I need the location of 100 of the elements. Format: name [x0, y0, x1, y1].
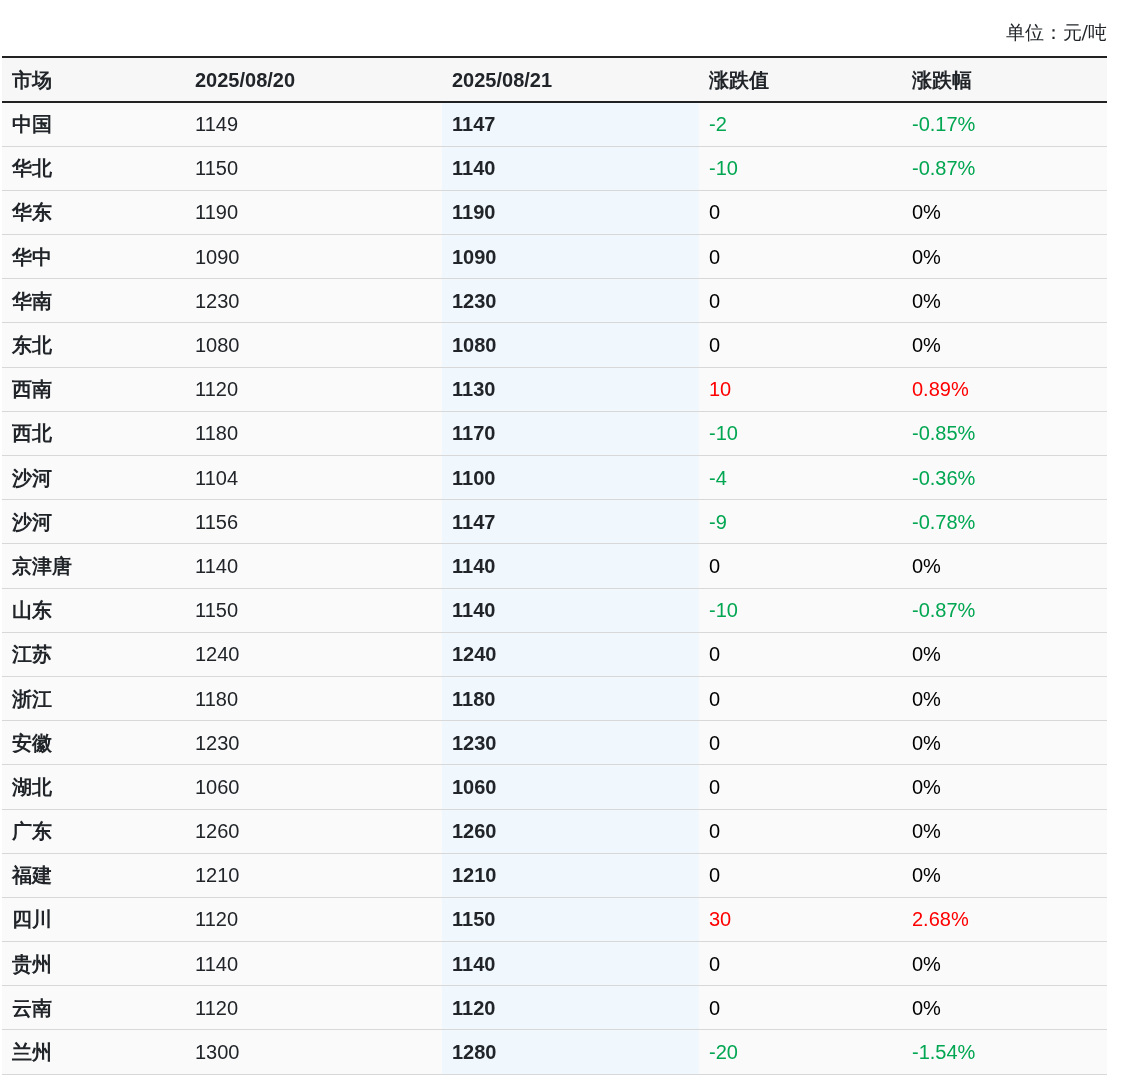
price-cell: 1180 [185, 676, 442, 721]
market-cell: 中国 [2, 102, 185, 147]
change-cell: 0 [699, 278, 902, 323]
change-percent-cell: 0% [902, 322, 1107, 368]
market-cell: 浙江 [2, 676, 185, 721]
change-percent-cell: 0% [902, 853, 1107, 898]
market-cell: 兰州 [2, 1029, 185, 1075]
price-cell: 1140 [442, 941, 699, 986]
change-percent-cell: 0% [902, 941, 1107, 986]
change-percent-cell: -0.17% [902, 102, 1107, 147]
price-cell: 1060 [185, 764, 442, 809]
market-cell: 江苏 [2, 632, 185, 677]
change-cell: 0 [699, 985, 902, 1030]
price-cell: 1140 [185, 941, 442, 986]
price-cell: 1104 [185, 455, 442, 500]
price-cell: 1260 [185, 809, 442, 854]
market-cell: 湖北 [2, 764, 185, 809]
price-cell: 1149 [185, 102, 442, 147]
price-cell: 1300 [185, 1029, 442, 1075]
change-cell: 0 [699, 322, 902, 368]
market-cell: 华南 [2, 278, 185, 323]
change-percent-cell: 0% [902, 543, 1107, 589]
change-percent-cell: -0.36% [902, 455, 1107, 500]
change-percent-cell: -0.87% [902, 588, 1107, 633]
price-cell: 1120 [442, 985, 699, 1030]
change-cell: 0 [699, 853, 902, 898]
price-cell: 1147 [442, 499, 699, 544]
price-cell: 1147 [442, 102, 699, 147]
price-cell: 1150 [185, 146, 442, 191]
price-cell: 1260 [442, 809, 699, 854]
change-percent-cell: 0% [902, 764, 1107, 809]
price-cell: 1230 [442, 720, 699, 765]
price-cell: 1180 [442, 676, 699, 721]
change-cell: 0 [699, 234, 902, 279]
change-cell: 0 [699, 543, 902, 589]
market-cell: 福建 [2, 853, 185, 898]
price-cell: 1140 [185, 543, 442, 589]
change-percent-cell: -1.54% [902, 1029, 1107, 1075]
price-cell: 1230 [185, 278, 442, 323]
price-cell: 1170 [442, 411, 699, 456]
market-cell: 沙河 [2, 499, 185, 544]
change-cell: 0 [699, 720, 902, 765]
market-cell: 京津唐 [2, 543, 185, 589]
price-cell: 1120 [185, 985, 442, 1030]
market-cell: 山东 [2, 588, 185, 633]
change-cell: 0 [699, 676, 902, 721]
price-cell: 1100 [442, 455, 699, 500]
change-cell: 0 [699, 764, 902, 809]
price-cell: 1210 [442, 853, 699, 898]
market-cell: 西南 [2, 367, 185, 412]
price-cell: 1130 [442, 367, 699, 412]
change-cell: 0 [699, 809, 902, 854]
market-cell: 沙河 [2, 455, 185, 500]
price-cell: 1230 [442, 278, 699, 323]
change-percent-cell: -0.85% [902, 411, 1107, 456]
price-cell: 1156 [185, 499, 442, 544]
change-percent-cell: 0% [902, 809, 1107, 854]
change-percent-cell: -0.78% [902, 499, 1107, 544]
change-cell: -2 [699, 102, 902, 147]
change-cell: 0 [699, 190, 902, 235]
price-cell: 1280 [442, 1029, 699, 1075]
change-cell: -9 [699, 499, 902, 544]
column-header: 涨跌值 [699, 57, 902, 102]
market-cell: 华中 [2, 234, 185, 279]
change-cell: -10 [699, 146, 902, 191]
market-cell: 东北 [2, 322, 185, 368]
change-percent-cell: 0.89% [902, 367, 1107, 412]
change-percent-cell: 0% [902, 234, 1107, 279]
market-cell: 华北 [2, 146, 185, 191]
column-header: 2025/08/20 [185, 57, 442, 102]
price-cell: 1140 [442, 543, 699, 589]
price-cell: 1150 [442, 897, 699, 942]
price-cell: 1080 [442, 322, 699, 368]
price-cell: 1060 [442, 764, 699, 809]
change-percent-cell: 0% [902, 190, 1107, 235]
market-cell: 云南 [2, 985, 185, 1030]
change-cell: -4 [699, 455, 902, 500]
unit-label: 单位：元/吨 [1004, 20, 1107, 44]
price-cell: 1210 [185, 853, 442, 898]
change-percent-cell: 0% [902, 676, 1107, 721]
change-percent-cell: -0.87% [902, 146, 1107, 191]
change-cell: 0 [699, 941, 902, 986]
price-cell: 1230 [185, 720, 442, 765]
change-percent-cell: 0% [902, 278, 1107, 323]
market-cell: 四川 [2, 897, 185, 942]
column-header: 市场 [2, 57, 185, 102]
change-cell: -20 [699, 1029, 902, 1075]
market-cell: 贵州 [2, 941, 185, 986]
change-cell: 0 [699, 632, 902, 677]
price-cell: 1140 [442, 146, 699, 191]
column-header: 2025/08/21 [442, 57, 699, 102]
market-cell: 华东 [2, 190, 185, 235]
change-cell: 10 [699, 367, 902, 412]
price-cell: 1140 [442, 588, 699, 633]
price-cell: 1190 [442, 190, 699, 235]
change-percent-cell: 2.68% [902, 897, 1107, 942]
market-cell: 西北 [2, 411, 185, 456]
market-cell: 安徽 [2, 720, 185, 765]
change-cell: -10 [699, 588, 902, 633]
change-percent-cell: 0% [902, 720, 1107, 765]
